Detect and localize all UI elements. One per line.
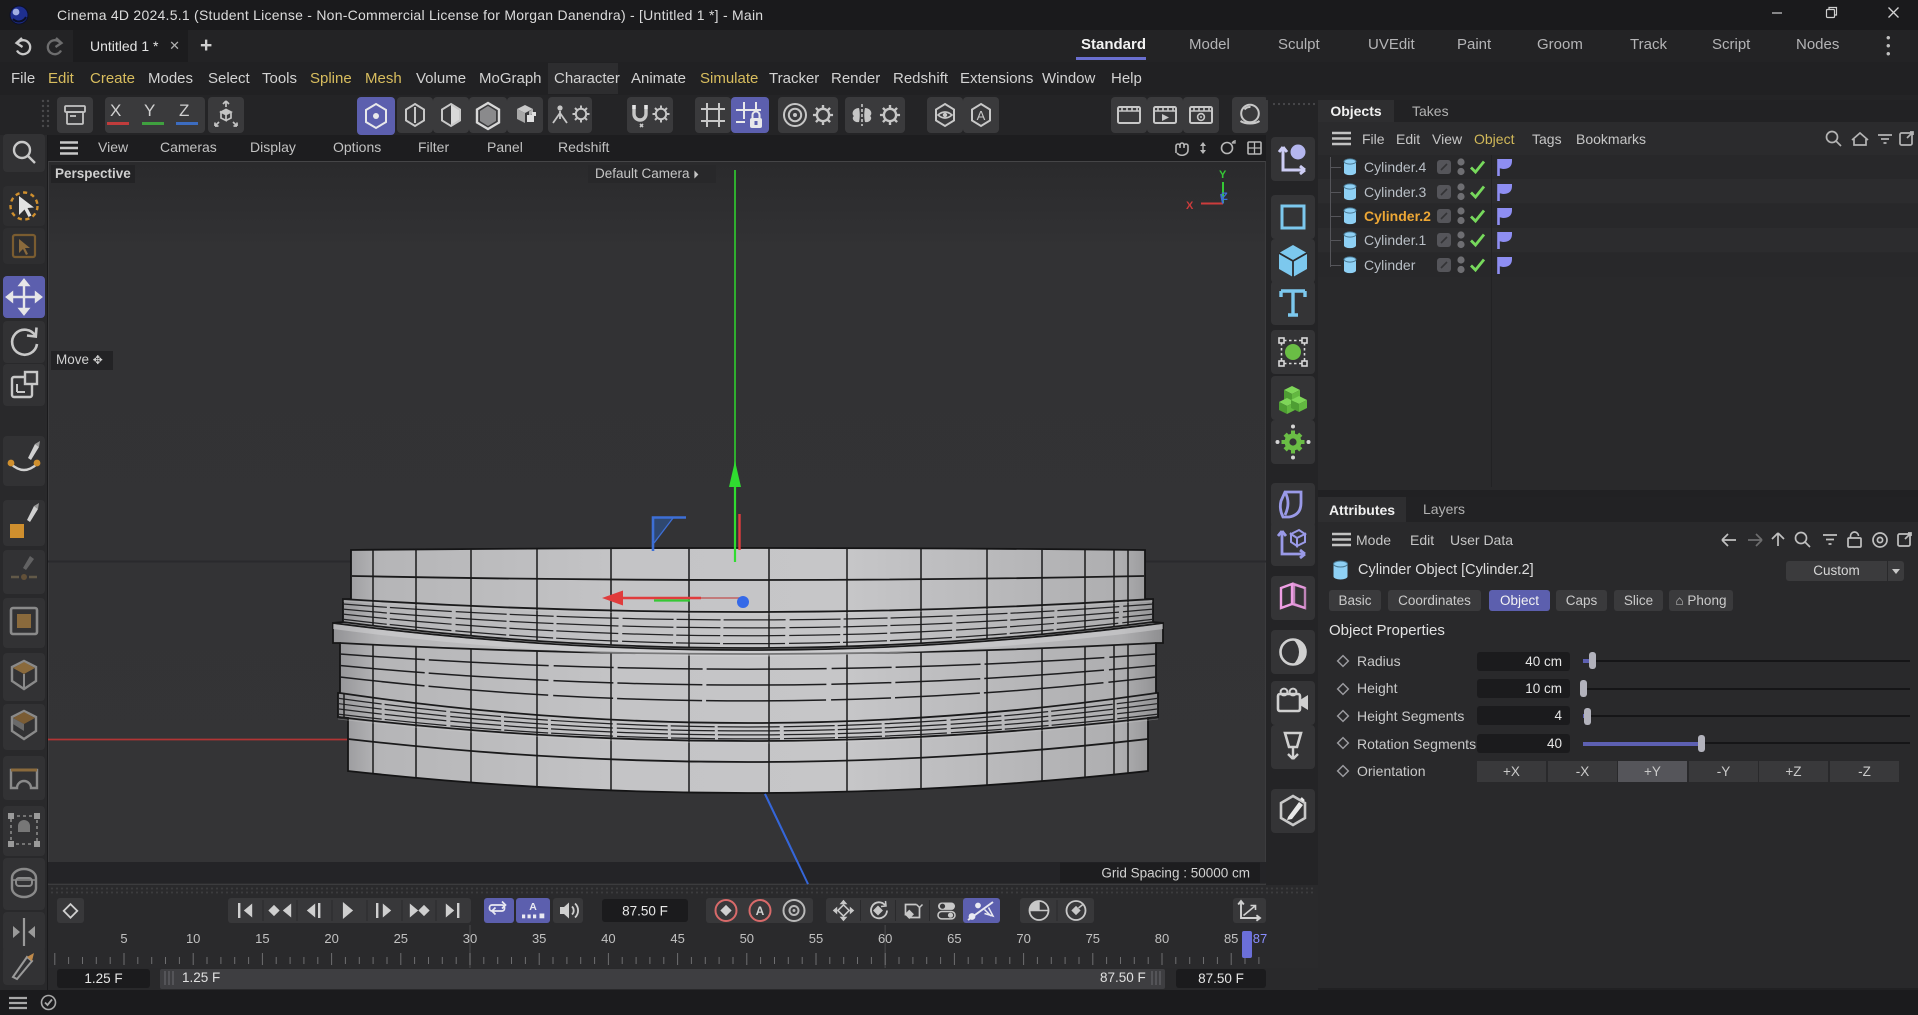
svg-text:45: 45 [670,931,684,946]
svg-text:55: 55 [809,931,823,946]
svg-text:75: 75 [1086,931,1100,946]
svg-text:35: 35 [532,931,546,946]
svg-text:87: 87 [1253,931,1267,946]
svg-text:70: 70 [1016,931,1030,946]
svg-text:40: 40 [601,931,615,946]
svg-text:65: 65 [947,931,961,946]
svg-text:X: X [1186,200,1194,212]
svg-text:A: A [756,904,765,918]
svg-text:25: 25 [394,931,408,946]
svg-text:20: 20 [324,931,338,946]
svg-text:87.50 F: 87.50 F [622,904,668,919]
svg-text:Grid Spacing : 50000 cm: Grid Spacing : 50000 cm [1101,866,1250,881]
svg-text:15: 15 [255,931,269,946]
svg-text:A: A [977,108,986,123]
svg-text:85: 85 [1224,931,1238,946]
svg-text:80: 80 [1155,931,1169,946]
svg-text:60: 60 [878,931,892,946]
svg-text:Z: Z [1221,191,1228,203]
svg-text:30: 30 [463,931,477,946]
svg-text:5: 5 [120,931,127,946]
svg-text:50: 50 [740,931,754,946]
svg-text:Y: Y [1219,169,1227,181]
svg-text:10: 10 [186,931,200,946]
